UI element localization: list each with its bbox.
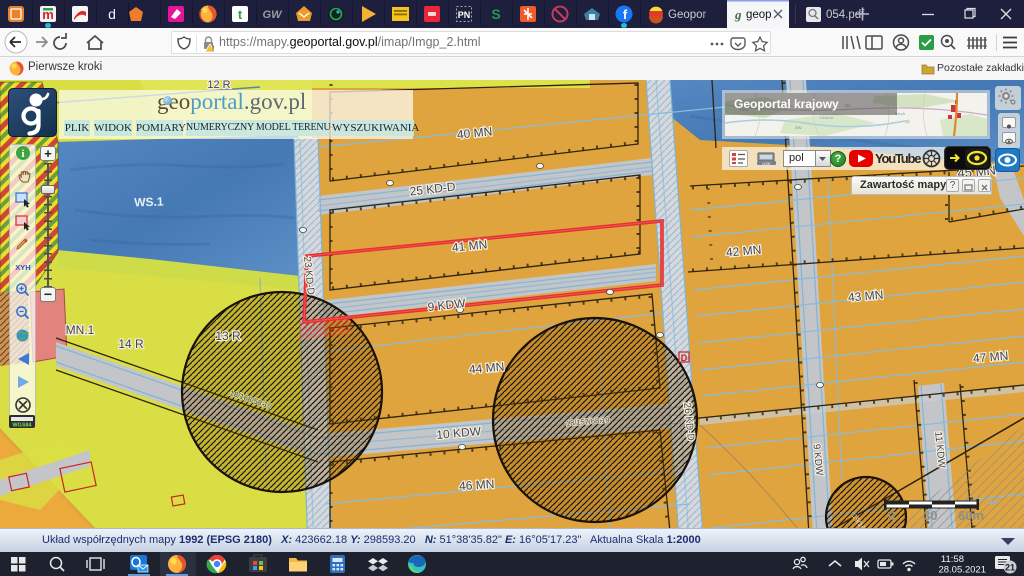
svg-text:!: !: [212, 46, 214, 53]
svg-text:g: g: [734, 7, 742, 22]
svg-text:0: 0: [888, 508, 895, 523]
svg-text:30: 30: [923, 508, 937, 523]
svg-text:d: d: [108, 6, 116, 22]
svg-text:f: f: [623, 7, 628, 22]
svg-text:geop: geop: [746, 9, 772, 21]
svg-text:11:58: 11:58: [941, 554, 964, 565]
svg-text:YouTube: YouTube: [875, 151, 921, 166]
svg-text:t: t: [238, 7, 243, 22]
svg-text:28.05.2021: 28.05.2021: [938, 565, 986, 576]
svg-text:14 R: 14 R: [118, 337, 144, 351]
svg-text:GW: GW: [263, 9, 284, 21]
svg-text:Sw: Sw: [795, 125, 802, 130]
svg-text:21: 21: [1005, 562, 1015, 572]
svg-text:WGS84: WGS84: [12, 423, 32, 429]
svg-text:PN: PN: [458, 10, 471, 20]
svg-text:054.pdf: 054.pdf: [826, 9, 865, 21]
svg-text:Geoportal krajowy: Geoportal krajowy: [734, 97, 839, 111]
svg-text:D: D: [681, 353, 688, 363]
svg-text:Gł: Gł: [905, 119, 910, 124]
svg-text:13 R: 13 R: [215, 329, 241, 343]
svg-text:S: S: [491, 6, 500, 22]
svg-text:MN.1: MN.1: [66, 323, 95, 337]
svg-text:i: i: [21, 148, 24, 160]
svg-text:WS.1: WS.1: [134, 194, 164, 209]
svg-text:XYH: XYH: [15, 263, 30, 272]
svg-text:60m: 60m: [958, 508, 984, 523]
svg-text:Leszno: Leszno: [820, 115, 834, 120]
svg-text:USK: USK: [762, 161, 771, 166]
svg-text:46 MN: 46 MN: [459, 477, 495, 493]
